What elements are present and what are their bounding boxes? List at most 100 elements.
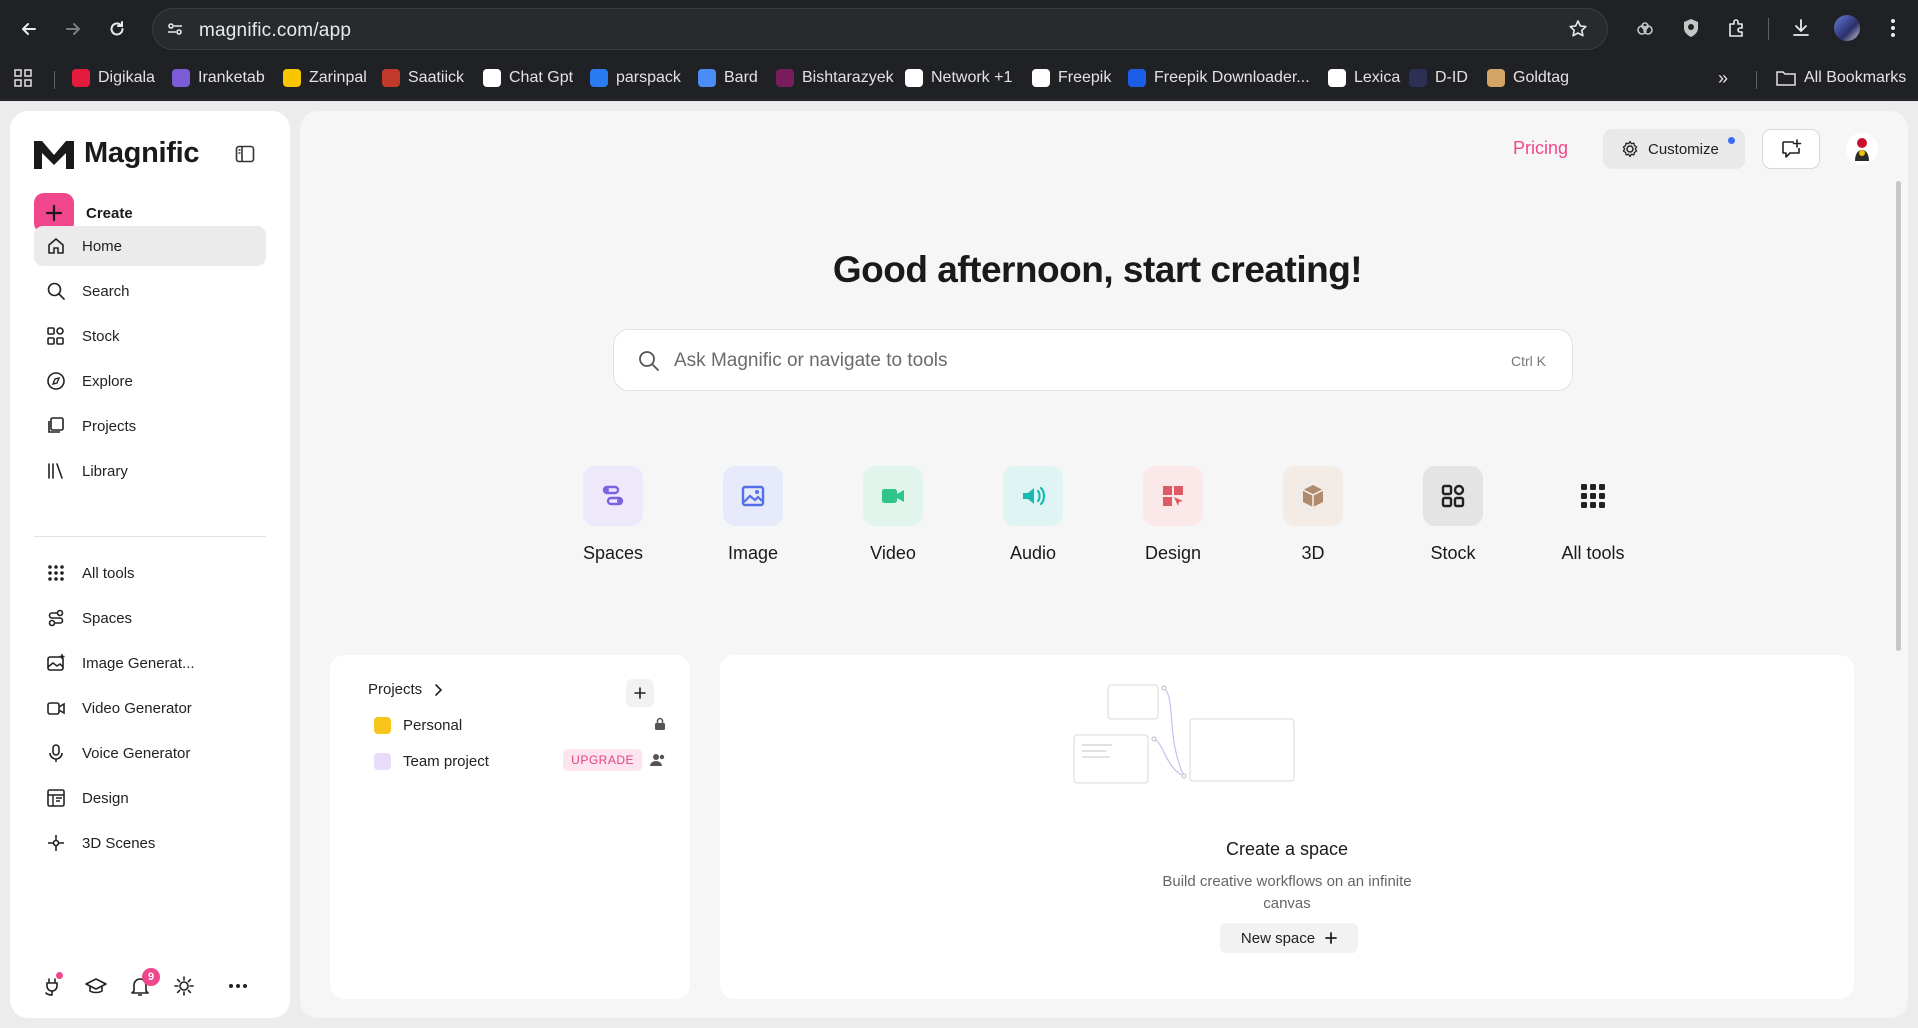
sidebar-footer: 9	[34, 966, 274, 1006]
browser-menu-icon[interactable]	[1878, 13, 1908, 43]
sidebar-item-all-tools[interactable]: All tools	[34, 553, 266, 593]
sidebar-item-voice-generator[interactable]: Voice Generator	[34, 733, 266, 773]
more-button[interactable]	[226, 974, 250, 998]
tool-tile	[1003, 466, 1063, 526]
extension-cloud-icon[interactable]	[1630, 13, 1660, 43]
sidebar-item-explore[interactable]: Explore	[34, 361, 266, 401]
upgrade-badge[interactable]: UPGRADE	[563, 749, 642, 771]
customize-button[interactable]: Customize	[1603, 129, 1745, 169]
tool-tile	[723, 466, 783, 526]
search-icon	[639, 351, 659, 371]
extensions-puzzle-icon[interactable]	[1722, 13, 1752, 43]
apps-grid-icon[interactable]	[14, 66, 32, 90]
sidebar-item-home[interactable]: Home	[34, 226, 266, 266]
sidebar-item-video-generator[interactable]: Video Generator	[34, 688, 266, 728]
create-space-card: Create a space Build creative workflows …	[720, 655, 1854, 999]
main-scrollbar[interactable]	[1896, 181, 1901, 651]
sidebar-item-image-generat[interactable]: Image Generat...	[34, 643, 266, 683]
tool-all-tools[interactable]: All tools	[1548, 466, 1638, 564]
projects-title: Projects	[368, 681, 423, 698]
bookmark-label: Digikala	[98, 69, 155, 86]
bookmark-parspack[interactable]: parspack	[590, 66, 681, 90]
sidebar-item-library[interactable]: Library	[34, 451, 266, 491]
new-space-label: New space	[1240, 929, 1316, 947]
learn-button[interactable]	[84, 974, 108, 998]
sun-icon	[174, 976, 194, 996]
search-placeholder: Ask Magnific or navigate to tools	[674, 350, 948, 371]
tool-audio[interactable]: Audio	[988, 466, 1078, 564]
sidebar-item-design[interactable]: Design	[34, 778, 266, 818]
bookmark-network-1[interactable]: Network +1	[905, 66, 1012, 90]
sidebar-item-spaces[interactable]: Spaces	[34, 598, 266, 638]
bookmark-lexica[interactable]: Lexica	[1328, 66, 1400, 90]
bookmark-d-id[interactable]: D-ID	[1409, 66, 1468, 90]
bookmark-bishtarazyek[interactable]: Bishtarazyek	[776, 66, 894, 90]
bookmark-favicon-icon	[382, 69, 400, 87]
sidebar-toggle-icon	[235, 145, 255, 163]
downloads-icon[interactable]	[1786, 13, 1816, 43]
project-item-team[interactable]: Team project UPGRADE	[374, 747, 666, 775]
logo[interactable]: Magnific	[34, 137, 200, 170]
sidebar-item-projects[interactable]: Projects	[34, 406, 266, 446]
bookmark-goldtag[interactable]: Goldtag	[1487, 66, 1569, 90]
add-project-button[interactable]	[626, 679, 654, 707]
tool-3d[interactable]: 3D	[1268, 466, 1358, 564]
user-avatar[interactable]	[1846, 133, 1878, 165]
project-item-personal[interactable]: Personal	[374, 711, 666, 739]
browser-toolbar: magnific.com/app	[0, 0, 1918, 57]
forward-button[interactable]	[56, 12, 90, 46]
pricing-link[interactable]: Pricing	[1513, 138, 1568, 159]
search-input[interactable]: Ask Magnific or navigate to tools Ctrl K	[613, 329, 1573, 391]
tool-image[interactable]: Image	[708, 466, 798, 564]
all-bookmarks-folder[interactable]: All Bookmarks	[1776, 66, 1906, 90]
sidebar-item-stock[interactable]: Stock	[34, 316, 266, 356]
project-name: Team project	[403, 752, 489, 770]
sidebar-item-label: Search	[82, 282, 130, 300]
bookmark-favicon-icon	[698, 69, 716, 87]
theme-toggle-button[interactable]	[172, 974, 196, 998]
notifications-button[interactable]: 9	[128, 968, 160, 998]
tool-label: Audio	[1009, 543, 1057, 563]
sidebar-item-3d-scenes[interactable]: 3D Scenes	[34, 823, 266, 863]
folder-icon	[1776, 71, 1796, 86]
address-bar[interactable]: magnific.com/app	[152, 8, 1608, 50]
bookmark-iranketab[interactable]: Iranketab	[172, 66, 265, 90]
spaces-tool-icon	[602, 485, 624, 506]
sidebar-item-label: Spaces	[82, 609, 133, 627]
bookmark-saatiick[interactable]: Saatiick	[382, 66, 464, 90]
bookmark-favicon-icon	[1128, 69, 1146, 87]
3d-tool-icon	[1302, 485, 1324, 507]
site-info-icon[interactable]	[165, 19, 185, 44]
tool-tile	[583, 466, 643, 526]
all-bookmarks-label: All Bookmarks	[1804, 69, 1907, 86]
reload-icon	[110, 21, 124, 36]
tool-design[interactable]: Design	[1128, 466, 1218, 564]
reload-button[interactable]	[100, 12, 134, 46]
more-bookmarks-icon[interactable]: »	[1718, 66, 1728, 90]
profile-avatar-icon[interactable]	[1832, 13, 1862, 43]
bookmark-freepik[interactable]: Freepik	[1032, 66, 1111, 90]
tool-label: Stock	[1430, 543, 1476, 563]
collapse-sidebar-button[interactable]	[232, 141, 258, 167]
tool-spaces[interactable]: Spaces	[568, 466, 658, 564]
new-space-button[interactable]: New space	[1220, 923, 1358, 953]
customize-label: Customize	[1648, 140, 1719, 158]
tool-stock[interactable]: Stock	[1408, 466, 1498, 564]
projects-header-link[interactable]: Projects	[368, 681, 443, 698]
bookmark-star-icon[interactable]	[1567, 18, 1589, 45]
bookmark-digikala[interactable]: Digikala	[72, 66, 155, 90]
shield-extension-icon[interactable]	[1676, 13, 1706, 43]
bookmark-favicon-icon	[1032, 69, 1050, 87]
feedback-button[interactable]	[1762, 129, 1820, 169]
bookmark-chat-gpt[interactable]: Chat Gpt	[483, 66, 573, 90]
bookmark-bard[interactable]: Bard	[698, 66, 758, 90]
bookmark-zarinpal[interactable]: Zarinpal	[283, 66, 367, 90]
bookmark-freepik-downloader[interactable]: Freepik Downloader...	[1128, 66, 1310, 90]
home-icon	[48, 238, 64, 254]
tool-tile	[1143, 466, 1203, 526]
sidebar-item-search[interactable]: Search	[34, 271, 266, 311]
back-button[interactable]	[12, 12, 46, 46]
plug-button[interactable]	[40, 972, 64, 998]
tool-video[interactable]: Video	[848, 466, 938, 564]
projects-card: Projects Personal Team project UPGRADE	[330, 655, 690, 999]
